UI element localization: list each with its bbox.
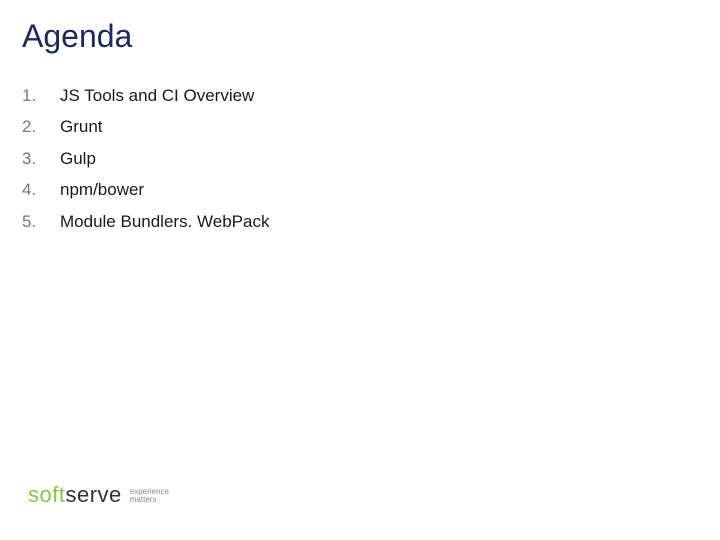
list-item: Grunt — [22, 111, 269, 142]
slide: Agenda JS Tools and CI Overview Grunt Gu… — [0, 0, 720, 540]
agenda-list: JS Tools and CI Overview Grunt Gulp npm/… — [22, 80, 269, 237]
slide-title: Agenda — [22, 18, 132, 55]
logo-wordmark: softserve — [28, 482, 122, 508]
logo-tagline: experience matters — [130, 488, 169, 505]
list-item: JS Tools and CI Overview — [22, 80, 269, 111]
logo-tagline-line2: matters — [130, 496, 169, 504]
list-item: npm/bower — [22, 174, 269, 205]
softserve-logo: softserve experience matters — [28, 482, 169, 508]
logo-part-serve: serve — [65, 482, 121, 507]
logo-part-soft: soft — [28, 482, 65, 507]
list-item: Module Bundlers. WebPack — [22, 206, 269, 237]
list-item: Gulp — [22, 143, 269, 174]
